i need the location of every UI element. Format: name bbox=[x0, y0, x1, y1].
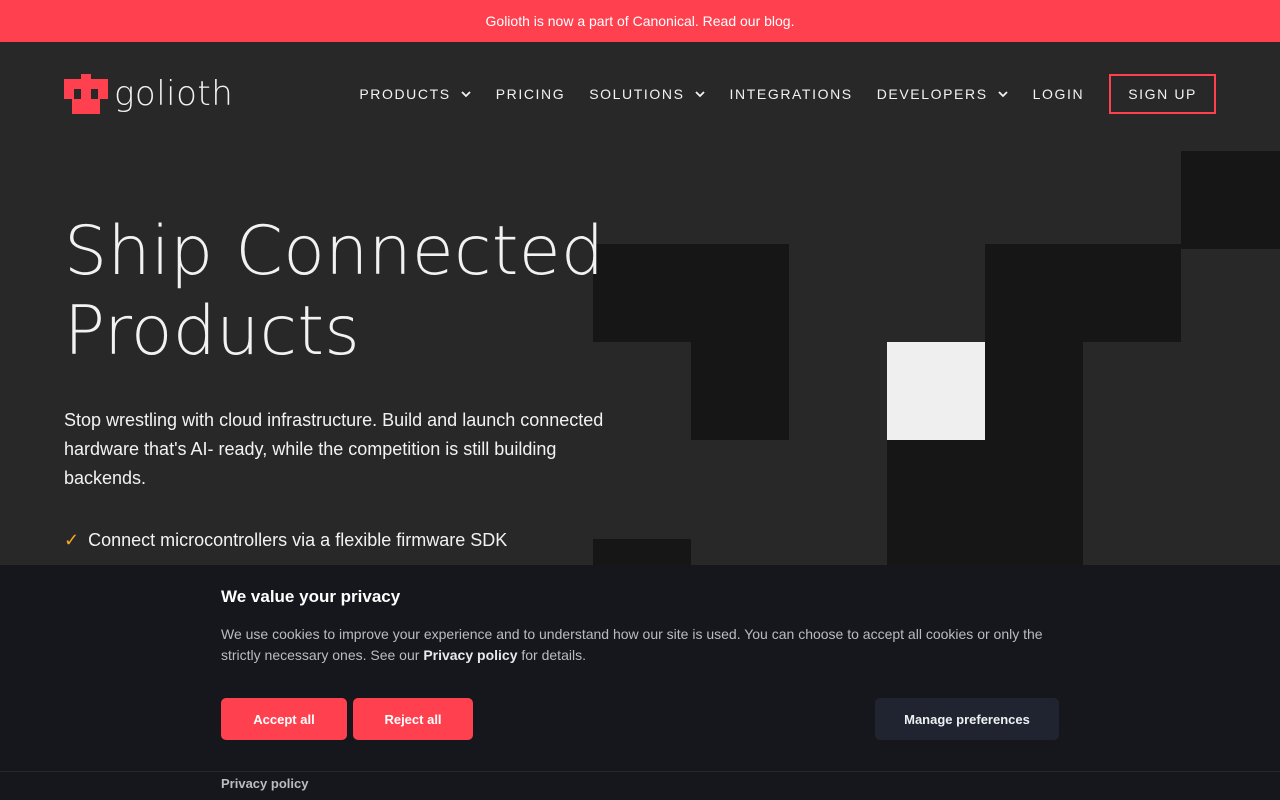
nav-login-label: LOGIN bbox=[1032, 86, 1085, 102]
nav-integrations[interactable]: INTEGRATIONS bbox=[730, 86, 853, 102]
art-block-light bbox=[887, 342, 985, 440]
hero-section: Ship Connected Products Stop wrestling w… bbox=[64, 212, 624, 590]
hero-title: Ship Connected Products bbox=[64, 212, 624, 372]
chevron-down-icon bbox=[461, 91, 471, 98]
feature-text: Connect microcontrollers via a flexible … bbox=[88, 530, 508, 550]
art-block bbox=[1181, 151, 1280, 249]
feature-item: ✓ Connect microcontrollers via a flexibl… bbox=[64, 524, 624, 557]
cookie-banner: We value your privacy We use cookies to … bbox=[0, 565, 1280, 800]
cookie-description: We use cookies to improve your experienc… bbox=[221, 624, 1061, 666]
footer-privacy-policy-link[interactable]: Privacy policy bbox=[221, 776, 308, 791]
nav-developers-label: DEVELOPERS bbox=[876, 86, 988, 102]
privacy-policy-link[interactable]: Privacy policy bbox=[423, 647, 517, 663]
site-header: golioth PRODUCTS PRICING SOLUTIONS INTEG… bbox=[0, 42, 1280, 146]
reject-all-button[interactable]: Reject all bbox=[353, 698, 473, 740]
golioth-logo-icon bbox=[64, 74, 108, 114]
hero-title-line-1: Ship Connected bbox=[64, 212, 605, 291]
nav-solutions-label: SOLUTIONS bbox=[589, 86, 685, 102]
art-block bbox=[985, 244, 1181, 342]
art-block bbox=[887, 440, 985, 572]
divider bbox=[0, 771, 1280, 772]
art-block bbox=[691, 342, 789, 440]
announcement-text[interactable]: Golioth is now a part of Canonical. Read… bbox=[486, 13, 795, 29]
golioth-logo[interactable]: golioth bbox=[64, 74, 233, 114]
nav-login[interactable]: LOGIN bbox=[1033, 86, 1085, 102]
manage-preferences-button[interactable]: Manage preferences bbox=[875, 698, 1059, 740]
nav-pricing-label: PRICING bbox=[495, 86, 566, 102]
checkmark-icon: ✓ bbox=[64, 530, 80, 550]
hero-description: Stop wrestling with cloud infrastructure… bbox=[64, 410, 604, 488]
announcement-bar[interactable]: Golioth is now a part of Canonical. Read… bbox=[0, 0, 1280, 42]
chevron-down-icon bbox=[694, 91, 705, 98]
art-block bbox=[985, 342, 1083, 572]
nav-products[interactable]: PRODUCTS bbox=[359, 86, 471, 102]
cookie-title: We value your privacy bbox=[221, 587, 401, 606]
cookie-text-after: for details. bbox=[517, 647, 586, 663]
accept-all-button[interactable]: Accept all bbox=[221, 698, 347, 740]
signup-button[interactable]: SIGN UP bbox=[1109, 74, 1216, 114]
signup-label: SIGN UP bbox=[1128, 86, 1197, 102]
nav-solutions[interactable]: SOLUTIONS bbox=[589, 86, 705, 102]
nav-pricing[interactable]: PRICING bbox=[496, 86, 566, 102]
nav-products-label: PRODUCTS bbox=[359, 86, 451, 102]
hero-title-line-2: Products bbox=[64, 292, 361, 371]
nav-developers[interactable]: DEVELOPERS bbox=[877, 86, 1009, 102]
chevron-down-icon bbox=[998, 91, 1008, 98]
main-nav: PRODUCTS PRICING SOLUTIONS INTEGRATIONS … bbox=[359, 74, 1216, 114]
logo-wordmark: golioth bbox=[114, 74, 234, 114]
cookie-text-before: We use cookies to improve your experienc… bbox=[221, 626, 1043, 663]
nav-integrations-label: INTEGRATIONS bbox=[729, 86, 853, 102]
